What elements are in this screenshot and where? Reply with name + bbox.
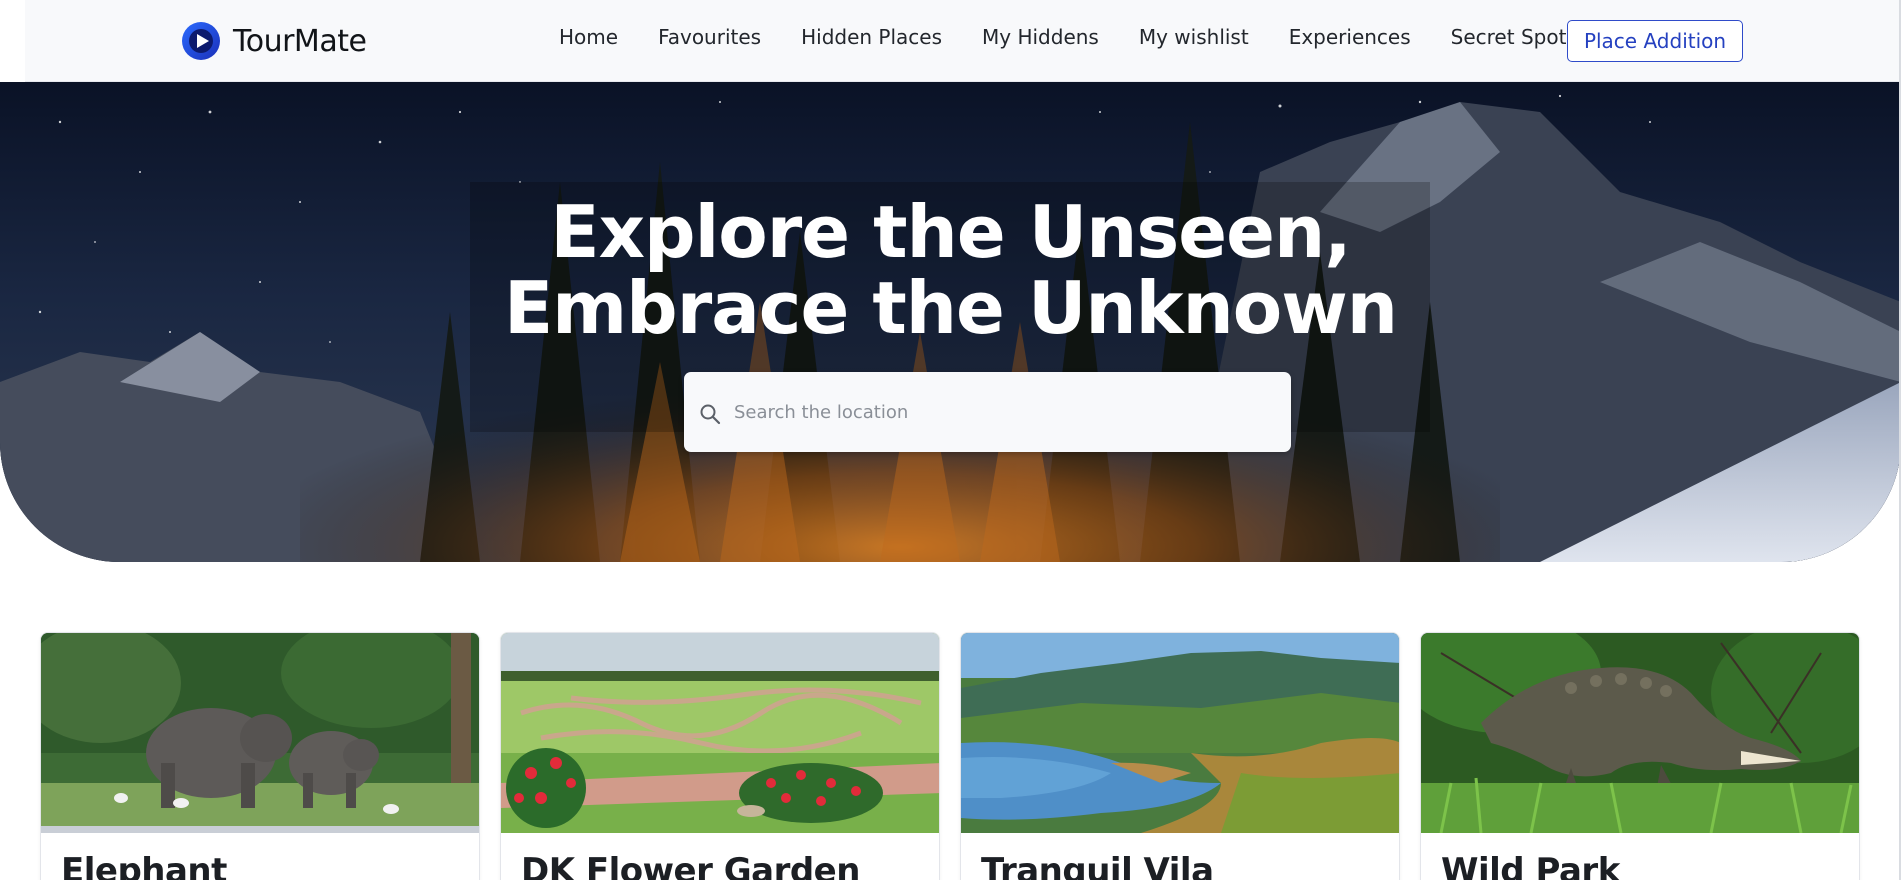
nav-link-my-hiddens[interactable]: My Hiddens	[982, 22, 1099, 52]
nav-link-hidden-places[interactable]: Hidden Places	[801, 22, 942, 52]
nav-link-my-wishlist[interactable]: My wishlist	[1139, 22, 1249, 52]
navbar-left-strip	[0, 0, 25, 82]
hero-title-line-1: Explore the Unseen,	[550, 190, 1351, 274]
location-search-input[interactable]	[734, 392, 1254, 432]
hero-title-line-2: Embrace the Unknown	[503, 266, 1398, 350]
brand-name: TourMate	[233, 23, 367, 59]
brand-home-link[interactable]: TourMate	[181, 20, 367, 62]
elephants-image	[41, 633, 479, 833]
search-icon	[700, 404, 721, 425]
flower-garden-image	[501, 633, 939, 833]
place-card-title: Wild Park	[1441, 851, 1620, 880]
place-card-title: Tranquil Vila	[981, 851, 1214, 880]
place-card-tranquil-vila[interactable]: Tranquil Vila	[960, 632, 1400, 880]
nav-link-home[interactable]: Home	[559, 22, 618, 52]
location-search-box	[684, 372, 1291, 452]
nav-link-favourites[interactable]: Favourites	[658, 22, 761, 52]
lake-valley-image	[961, 633, 1399, 833]
place-card-title: Elephant	[61, 851, 227, 880]
hero-banner: Explore the Unseen, Embrace the Unknown	[0, 82, 1901, 562]
place-card-dk-flower-garden[interactable]: DK Flower Garden	[500, 632, 940, 880]
place-card-wild-park[interactable]: Wild Park	[1420, 632, 1860, 880]
nav-link-experiences[interactable]: Experiences	[1289, 22, 1411, 52]
main-nav: Home Favourites Hidden Places My Hiddens…	[559, 22, 1625, 52]
top-navbar: TourMate Home Favourites Hidden Places M…	[0, 0, 1901, 82]
play-circle-icon	[182, 22, 220, 60]
place-addition-button[interactable]: Place Addition	[1567, 20, 1743, 62]
place-card-elephant[interactable]: Elephant	[40, 632, 480, 880]
hero-title: Explore the Unseen, Embrace the Unknown	[0, 194, 1901, 346]
place-card-title: DK Flower Garden	[521, 851, 860, 880]
crocodile-image	[1421, 633, 1859, 833]
